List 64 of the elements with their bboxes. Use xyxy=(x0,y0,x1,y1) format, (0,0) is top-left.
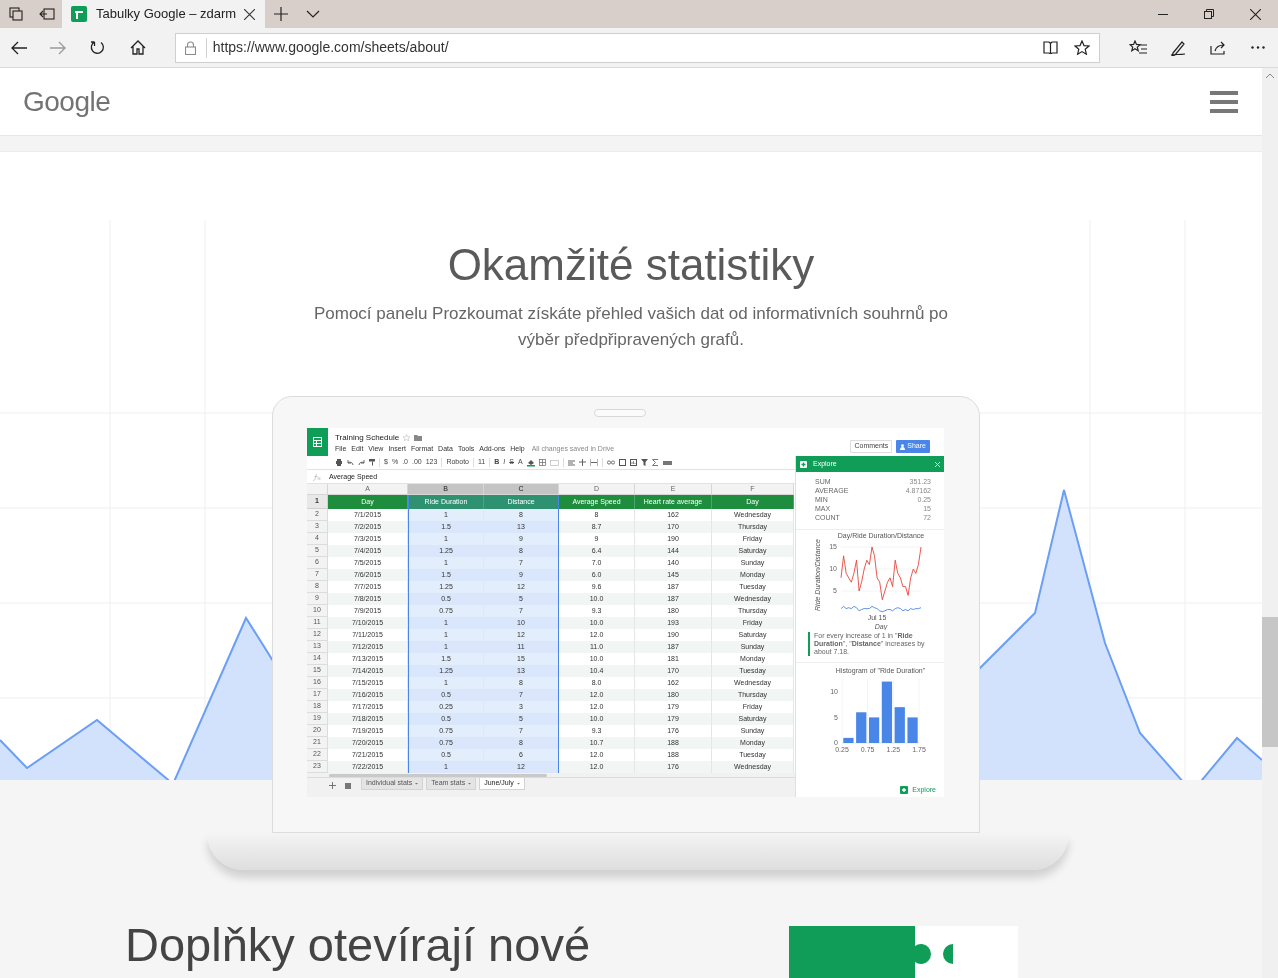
text-wrap-icon[interactable] xyxy=(589,459,598,466)
favorites-icon[interactable] xyxy=(1129,40,1148,55)
folder-icon[interactable] xyxy=(414,434,423,441)
vertical-scrollbar[interactable] xyxy=(1262,68,1278,978)
add-sheet-icon[interactable] xyxy=(329,782,336,789)
horizontal-scrollbar[interactable] xyxy=(329,773,547,777)
redo-icon[interactable] xyxy=(358,459,365,466)
star-icon[interactable] xyxy=(403,434,411,441)
vertical-align-icon[interactable] xyxy=(578,459,586,466)
refresh-icon[interactable] xyxy=(90,40,106,55)
set-aside-tabs-icon[interactable] xyxy=(39,8,55,20)
print-icon[interactable] xyxy=(335,459,343,466)
dropdown-caret-icon xyxy=(468,782,472,785)
histogram-bar xyxy=(843,737,854,743)
pen-icon[interactable] xyxy=(1170,39,1187,56)
star-icon[interactable] xyxy=(1074,40,1091,55)
restore-icon[interactable] xyxy=(1204,9,1214,19)
home-icon[interactable] xyxy=(129,40,146,55)
section-heading: Doplňky otevírají nové xyxy=(125,917,591,973)
close-icon[interactable] xyxy=(1249,8,1261,20)
scrollbar-thumb[interactable] xyxy=(1262,617,1278,747)
paint-format-icon[interactable] xyxy=(369,459,375,466)
close-tab-icon[interactable] xyxy=(244,8,255,20)
function-icon xyxy=(313,474,321,481)
back-arrow-icon[interactable] xyxy=(10,40,27,55)
tab-preview-icon[interactable] xyxy=(9,7,23,21)
more-icon[interactable] xyxy=(1251,46,1265,49)
camera-notch xyxy=(594,409,646,417)
borders-icon[interactable] xyxy=(538,459,546,466)
person-icon xyxy=(900,443,906,450)
insert-chart-icon[interactable] xyxy=(629,459,637,466)
browser-tab[interactable]: Tabulky Google – zdarm xyxy=(62,0,265,28)
minimize-icon[interactable] xyxy=(1158,13,1168,15)
google-logo[interactable]: Google xyxy=(23,80,111,123)
histogram-bar xyxy=(856,712,867,743)
menu-icon[interactable] xyxy=(1210,90,1238,113)
share-icon[interactable] xyxy=(1209,40,1227,55)
explore-icon xyxy=(800,460,807,468)
sheets-favicon-icon xyxy=(71,6,87,22)
url-text: https://www.google.com/sheets/about/ xyxy=(212,38,450,57)
dropdown-caret-icon xyxy=(415,782,419,785)
sheets-logo[interactable] xyxy=(307,428,328,456)
undo-icon[interactable] xyxy=(347,459,354,466)
lock-icon xyxy=(185,40,197,55)
explore-icon xyxy=(900,786,909,794)
link-icon[interactable] xyxy=(606,460,615,465)
merge-cells-icon[interactable] xyxy=(549,459,559,466)
all-sheets-icon[interactable] xyxy=(345,782,351,789)
comment-icon[interactable] xyxy=(618,459,626,466)
new-tab-icon[interactable] xyxy=(274,7,288,21)
document-title[interactable]: Training Schedule xyxy=(335,433,400,442)
functions-icon[interactable] xyxy=(651,459,659,466)
input-tools-icon[interactable] xyxy=(662,459,672,466)
spreadsheet-icon xyxy=(313,437,322,447)
section-description: Pomocí panelu Prozkoumat získáte přehled vašich dat od informativních souhrnů po výběr předpřipravených grafů. xyxy=(312,303,950,351)
fill-color-icon[interactable] xyxy=(526,458,535,467)
dropdown-caret-icon xyxy=(516,782,520,785)
filter-icon[interactable] xyxy=(640,459,648,466)
chevron-down-icon[interactable] xyxy=(306,10,320,18)
address-bar[interactable]: https://www.google.com/sheets/about/ xyxy=(174,32,1101,63)
section-heading: Okamžité statistiky xyxy=(447,239,815,291)
histogram-bar xyxy=(907,717,918,743)
reading-view-icon[interactable] xyxy=(1042,41,1058,54)
scroll-up-icon[interactable] xyxy=(1266,73,1274,78)
